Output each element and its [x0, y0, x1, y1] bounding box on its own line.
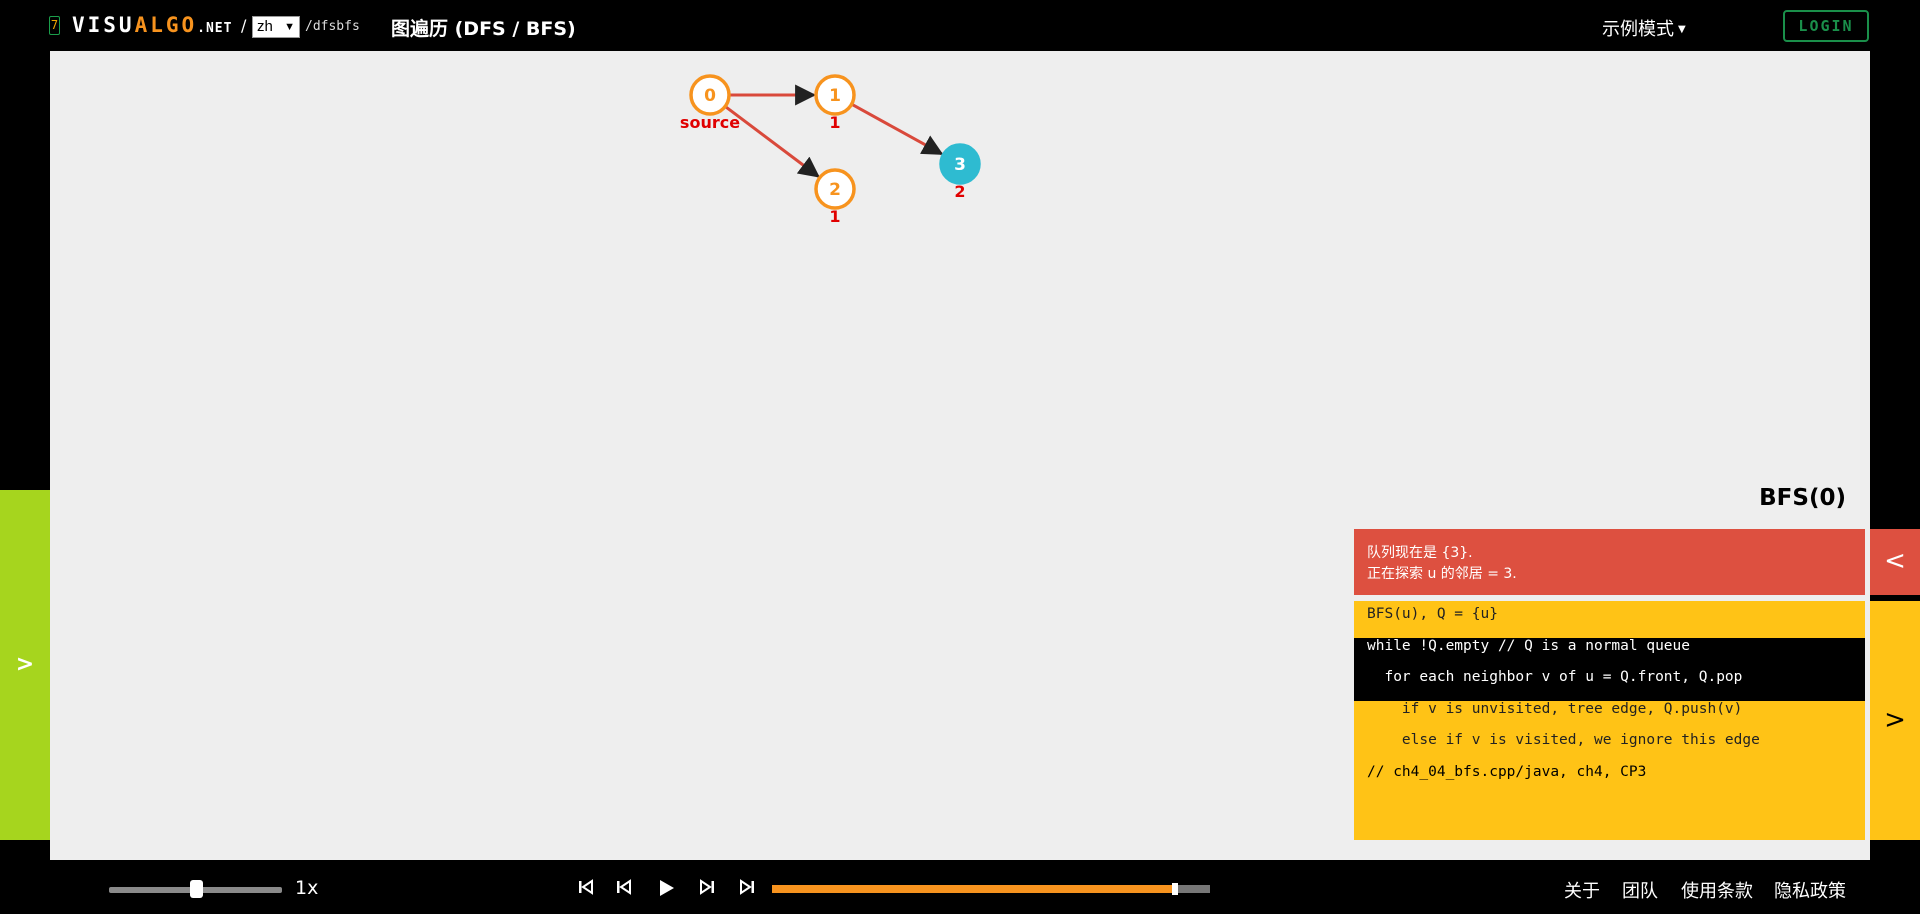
- collapse-code-button[interactable]: >: [1870, 601, 1920, 840]
- terms-link[interactable]: 使用条款: [1681, 877, 1753, 903]
- step-backward-icon[interactable]: [614, 877, 634, 901]
- go-to-start-icon[interactable]: [576, 877, 596, 901]
- url-path: /dfsbfs: [305, 19, 360, 34]
- chevron-right-icon: >: [1884, 705, 1906, 735]
- status-line: 正在探索 u 的邻居 = 3.: [1367, 566, 1517, 582]
- node-id-label: 0: [704, 86, 716, 106]
- chevron-down-icon: ▼: [284, 21, 295, 33]
- node-id-label: 1: [829, 86, 841, 106]
- logo-net: .NET: [197, 21, 233, 36]
- code-line: BFS(u), Q = {u}: [1367, 606, 1498, 622]
- graph-node-0[interactable]: 0 source: [680, 74, 740, 132]
- algorithm-title: BFS(0): [1759, 485, 1846, 511]
- speed-label: 1x: [295, 877, 319, 899]
- privacy-link[interactable]: 隐私政策: [1774, 877, 1846, 903]
- graph-node-1[interactable]: 11: [814, 74, 856, 132]
- language-select[interactable]: zh ▼: [252, 16, 300, 38]
- progress-fill: [772, 885, 1175, 893]
- code-line: if v is unvisited, tree edge, Q.push(v): [1367, 700, 1743, 717]
- progress-handle[interactable]: [1171, 883, 1178, 895]
- code-line: for each neighbor v of u = Q.front, Q.po…: [1354, 669, 1865, 701]
- about-link[interactable]: 关于: [1564, 877, 1600, 903]
- node-id-label: 3: [954, 155, 966, 175]
- code-line: // ch4_04_bfs.cpp/java, ch4, CP3: [1367, 763, 1647, 780]
- graph-edge-1-3: [850, 102, 944, 156]
- page-title: 图遍历 (DFS / BFS): [391, 18, 576, 40]
- login-button[interactable]: LOGIN: [1783, 10, 1869, 42]
- logo-visu: VISU: [72, 13, 135, 37]
- code-line: while !Q.empty // Q is a normal queue: [1354, 637, 1865, 669]
- node-distance-label: 2: [954, 182, 965, 201]
- go-to-end-icon[interactable]: [737, 877, 757, 901]
- play-icon[interactable]: [655, 877, 677, 903]
- chevron-left-icon: <: [1884, 546, 1906, 576]
- visualgo-logo[interactable]: VISUALGO.NET: [72, 13, 232, 37]
- node-distance-label: 1: [829, 207, 840, 226]
- graph-node-2[interactable]: 21: [814, 168, 856, 226]
- speed-slider-handle[interactable]: [189, 880, 203, 898]
- path-separator: /: [241, 16, 247, 35]
- pseudocode-panel: BFS(u), Q = {u} while !Q.empty // Q is a…: [1354, 601, 1865, 840]
- graph-node-3[interactable]: 32: [939, 143, 981, 201]
- node-distance-label: 1: [829, 113, 840, 132]
- top-bar: 7 VISUALGO.NET / zh ▼ /dfsbfs 图遍历 (DFS / …: [0, 0, 1920, 50]
- code-line: else if v is visited, we ignore this edg…: [1367, 732, 1760, 748]
- language-value: zh: [257, 18, 273, 35]
- logo-algo: ALGO: [134, 13, 198, 37]
- node-distance-label: source: [680, 113, 740, 132]
- progress-bar[interactable]: [772, 883, 1210, 895]
- step-forward-icon[interactable]: [697, 877, 717, 901]
- collapse-status-button[interactable]: <: [1870, 529, 1920, 595]
- mode-menu[interactable]: 示例模式 ▼: [1602, 15, 1686, 41]
- status-line: 队列现在是 {3}.: [1367, 545, 1473, 561]
- node-id-label: 2: [829, 180, 841, 200]
- caret-down-icon: ▼: [1678, 24, 1686, 35]
- logo-badge[interactable]: 7: [49, 16, 60, 35]
- mode-menu-label: 示例模式: [1602, 19, 1674, 40]
- status-panel: 队列现在是 {3}. 正在探索 u 的邻居 = 3.: [1354, 529, 1865, 595]
- team-link[interactable]: 团队: [1622, 877, 1658, 903]
- expand-menu-tab[interactable]: >: [0, 490, 50, 840]
